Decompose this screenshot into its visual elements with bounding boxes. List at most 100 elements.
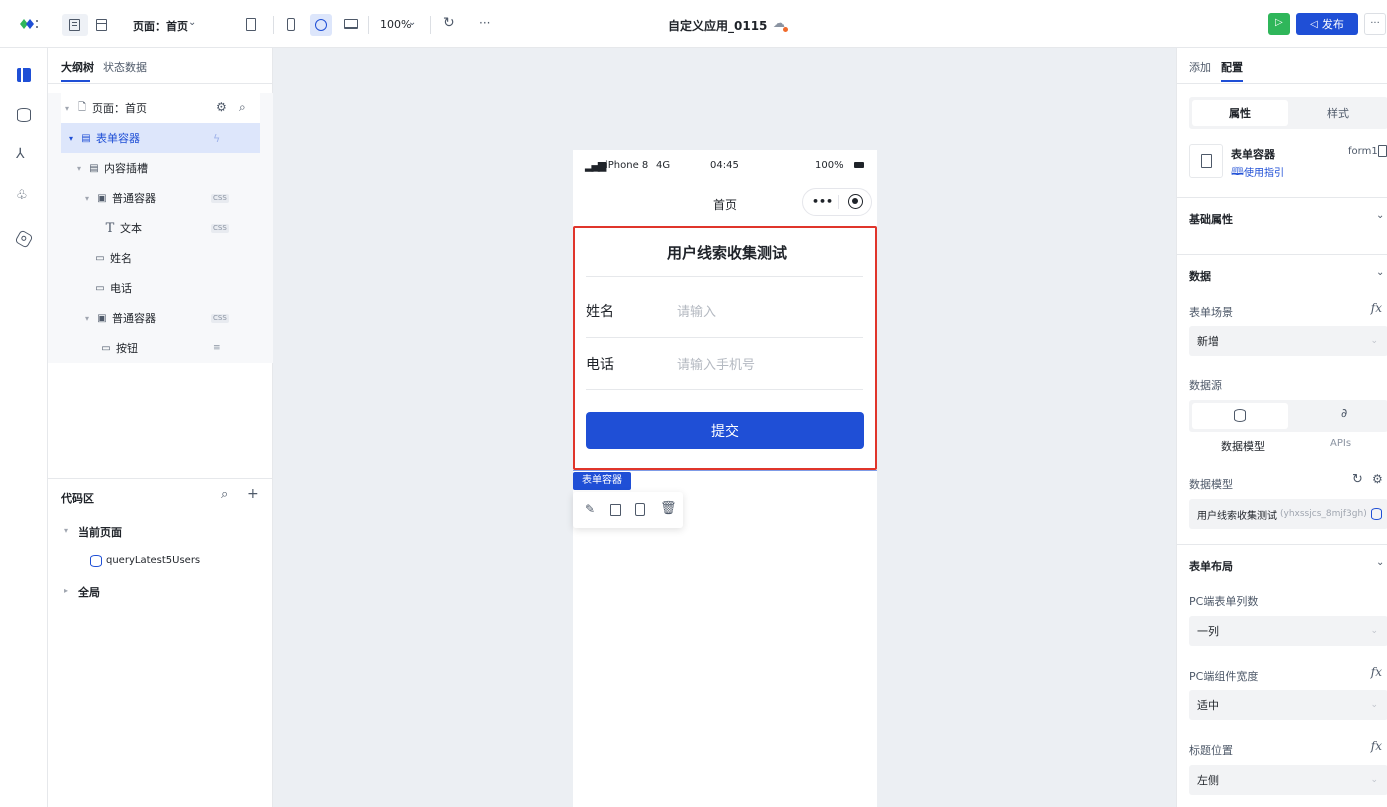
event-bolt-icon[interactable]: ϟ bbox=[213, 132, 220, 145]
caret-icon[interactable]: ▾ bbox=[85, 194, 95, 203]
mobile-view-icon[interactable] bbox=[287, 18, 295, 31]
segment-style-label: 样式 bbox=[1327, 107, 1349, 120]
page-settings-icon[interactable]: ⚙ bbox=[216, 100, 227, 114]
copy-icon[interactable] bbox=[635, 503, 645, 516]
layout-section-chevron-icon[interactable]: ⌄ bbox=[1376, 557, 1384, 568]
tree-label: 电话 bbox=[110, 282, 132, 295]
app-logo-icon[interactable] bbox=[18, 16, 38, 32]
phone-field-label: 电话 bbox=[586, 357, 614, 373]
capsule-more-icon[interactable]: ••• bbox=[812, 195, 833, 208]
delete-icon[interactable]: 🗑 bbox=[660, 501, 677, 516]
new-page-icon[interactable] bbox=[246, 18, 256, 31]
pc-view-icon[interactable] bbox=[344, 19, 358, 29]
tree-row-text[interactable]: T 文本 CSS bbox=[61, 213, 260, 243]
submit-button[interactable]: 提交 bbox=[586, 412, 864, 449]
tab-state-data[interactable]: 状态数据 bbox=[103, 59, 147, 75]
save-icon[interactable] bbox=[610, 504, 621, 516]
component-icon bbox=[1189, 144, 1223, 178]
tree-row-phone[interactable]: ▭ 电话 bbox=[61, 273, 260, 303]
tree-row-container-2[interactable]: ▾ ▣ 普通容器 CSS bbox=[61, 303, 260, 333]
tree-row-form-container[interactable]: ▾ ▤ 表单容器 ϟ bbox=[61, 123, 260, 153]
tree-search-icon[interactable]: ⌕ bbox=[239, 100, 246, 115]
tree-row-slot[interactable]: ▾ ▤ 内容插槽 bbox=[61, 153, 260, 183]
basic-props-header[interactable]: 基础属性 bbox=[1189, 211, 1233, 227]
divider bbox=[1177, 83, 1387, 84]
status-bar: ▂▄▆ iPhone 8 4G 04:45 100% bbox=[573, 150, 877, 182]
datasource-model-option[interactable] bbox=[1192, 403, 1288, 429]
datasource-api-icon[interactable]: ∂ bbox=[1341, 406, 1347, 420]
clock: 04:45 bbox=[710, 160, 739, 171]
divider bbox=[48, 83, 273, 84]
fx-icon[interactable]: fx bbox=[1371, 739, 1382, 753]
caret-icon[interactable]: ▾ bbox=[65, 104, 75, 113]
guide-link[interactable]: 使用指引 bbox=[1244, 164, 1284, 179]
query-item[interactable]: queryLatest5Users bbox=[106, 555, 200, 566]
more-menu-button[interactable]: ··· bbox=[1364, 13, 1386, 35]
input-icon: ▭ bbox=[95, 252, 105, 264]
edit-icon[interactable]: ✎ bbox=[585, 502, 595, 516]
caret-icon[interactable]: ▾ bbox=[77, 164, 87, 173]
preview-button[interactable]: ▷ bbox=[1268, 13, 1290, 35]
name-field-input[interactable]: 请输入 bbox=[677, 301, 716, 320]
data-model-id: (yhxssjcs_8mjf3gh) bbox=[1280, 509, 1367, 519]
form-scene-select[interactable]: 新增 ⌄ bbox=[1189, 326, 1387, 356]
chevron-down-icon: ⌄ bbox=[1370, 336, 1378, 346]
tree-row-page[interactable]: ▾ 🗋 页面：首页 bbox=[61, 93, 260, 123]
fx-icon[interactable]: fx bbox=[1371, 665, 1382, 679]
layout-section-header[interactable]: 表单布局 bbox=[1189, 558, 1233, 574]
settings-hex-icon[interactable] bbox=[14, 229, 34, 249]
basic-props-chevron-icon[interactable]: ⌄ bbox=[1376, 210, 1384, 221]
tab-add[interactable]: 添加 bbox=[1189, 59, 1211, 75]
page-select[interactable]: 页面：首页 bbox=[133, 18, 188, 34]
current-page-caret-icon[interactable]: ▾ bbox=[64, 526, 68, 535]
refresh-icon[interactable]: ↻ bbox=[443, 15, 455, 31]
title-pos-select[interactable]: 左侧 ⌄ bbox=[1189, 765, 1387, 795]
data-model-select[interactable]: 用户线索收集测试 (yhxssjcs_8mjf3gh) bbox=[1189, 499, 1387, 529]
model-settings-icon[interactable]: ⚙ bbox=[1372, 472, 1383, 486]
datasource-api-label: APIs bbox=[1330, 438, 1352, 449]
capsule-close-icon[interactable] bbox=[848, 194, 863, 209]
code-area-title: 代码区 bbox=[61, 492, 94, 505]
segment-style[interactable]: 样式 bbox=[1290, 100, 1386, 126]
zoom-select[interactable]: 100% bbox=[380, 18, 411, 31]
divider bbox=[1177, 544, 1387, 545]
tab-config[interactable]: 配置 bbox=[1221, 59, 1243, 75]
caret-icon[interactable]: ▾ bbox=[85, 314, 95, 323]
zoom-chevron-icon[interactable]: ⌄ bbox=[408, 17, 416, 28]
caret-icon[interactable]: ▾ bbox=[69, 134, 79, 143]
more-icon[interactable]: ··· bbox=[479, 16, 490, 30]
app-title: 自定义应用_0115 bbox=[668, 19, 768, 33]
code-search-icon[interactable]: ⌕ bbox=[221, 487, 228, 502]
page-select-chevron-icon[interactable]: ⌄ bbox=[188, 17, 196, 28]
tree-row-name[interactable]: ▭ 姓名 bbox=[61, 243, 260, 273]
editor-canvas[interactable]: ▂▄▆ iPhone 8 4G 04:45 100% 首页 ••• 用户线索收集… bbox=[273, 48, 1176, 807]
phone-field-input[interactable]: 请输入手机号 bbox=[677, 354, 755, 373]
play-icon: ▷ bbox=[1275, 17, 1283, 28]
flow-icon[interactable]: ⅄ bbox=[16, 146, 25, 162]
fx-icon[interactable]: fx bbox=[1371, 301, 1382, 315]
title-pos-label: 标题位置 bbox=[1189, 744, 1233, 757]
outline-nav-icon[interactable] bbox=[17, 68, 31, 82]
pc-width-select[interactable]: 适中 ⌄ bbox=[1189, 690, 1387, 720]
publish-button[interactable]: ◁ 发布 bbox=[1296, 13, 1358, 35]
tab-outline-tree[interactable]: 大纲树 bbox=[61, 59, 94, 75]
capsule-button[interactable]: ••• bbox=[802, 188, 872, 216]
pc-cols-value: 一列 bbox=[1197, 625, 1219, 638]
layout-view-icon[interactable] bbox=[96, 19, 107, 31]
copy-id-icon[interactable] bbox=[1378, 145, 1387, 157]
code-add-icon[interactable]: + bbox=[247, 486, 259, 502]
pc-cols-select[interactable]: 一列 ⌄ bbox=[1189, 616, 1387, 646]
database-icon[interactable] bbox=[17, 108, 31, 122]
segment-props[interactable]: 属性 bbox=[1192, 100, 1288, 126]
segment-props-label: 属性 bbox=[1229, 107, 1251, 120]
divider bbox=[1177, 197, 1387, 198]
datasource-model-label: 数据模型 bbox=[1221, 440, 1265, 453]
tree-row-container-1[interactable]: ▾ ▣ 普通容器 CSS bbox=[61, 183, 260, 213]
data-section-chevron-icon[interactable]: ⌄ bbox=[1376, 267, 1384, 278]
page-icon: 🗋 bbox=[77, 101, 87, 113]
components-icon[interactable]: ♧ bbox=[16, 188, 28, 203]
refresh-model-icon[interactable]: ↻ bbox=[1352, 472, 1363, 487]
data-section-header[interactable]: 数据 bbox=[1189, 268, 1211, 284]
tree-row-button[interactable]: ▭ 按钮 ≡ bbox=[61, 333, 260, 363]
global-caret-icon[interactable]: ▸ bbox=[64, 586, 68, 595]
